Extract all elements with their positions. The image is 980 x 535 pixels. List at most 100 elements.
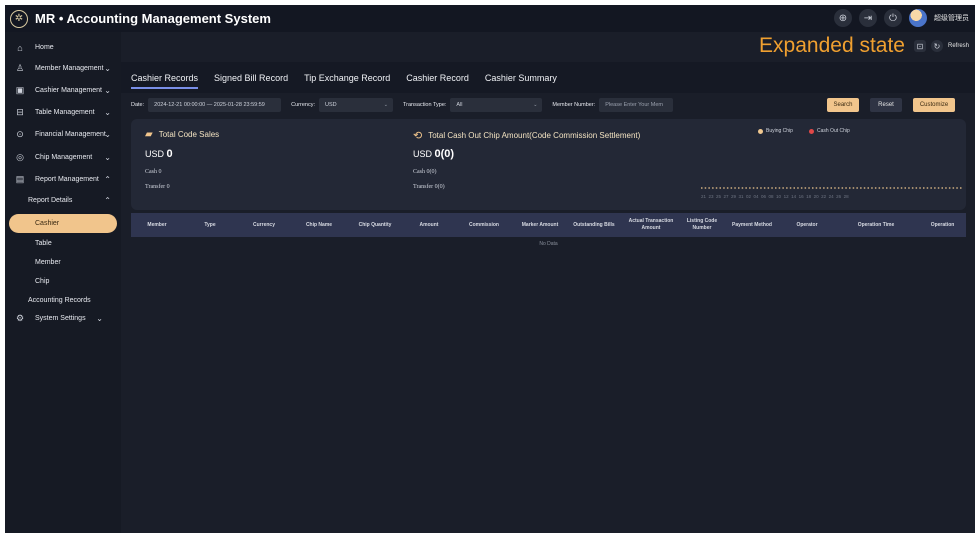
chevron-down-icon: ⌄ [96, 314, 103, 323]
sidebar-item-chip-management[interactable]: ◎ Chip Management ⌄ [5, 147, 121, 168]
column-header[interactable]: Listing Code Number [681, 213, 723, 237]
column-header[interactable]: Commission [455, 213, 513, 237]
trend-chart-axis: 21 23 25 27 29 31 02 04 06 08 10 12 14 1… [701, 194, 849, 199]
tab-cashier-summary[interactable]: Cashier Summary [485, 62, 557, 93]
globe-icon[interactable]: ⊕ [834, 9, 852, 27]
transaction-type-select[interactable]: All ⌄ [450, 98, 543, 112]
home-icon: ⌂ [17, 42, 23, 53]
main-top-actions: ⊡ ↻ Refresh [913, 40, 969, 52]
sidebar: ⌂ Home ♙ Member Management ⌄ ▣ Cashier M… [5, 32, 121, 533]
sidebar-item-accounting-records[interactable]: Accounting Records [28, 291, 91, 309]
chevron-down-icon: ⌄ [104, 153, 111, 162]
column-header[interactable]: Member [131, 213, 183, 237]
total-cash-out-label: Total Cash Out Chip Amount(Code Commissi… [428, 131, 641, 140]
member-number-input[interactable]: Please Enter Your Mem [599, 98, 674, 112]
column-header[interactable]: Operation Time [833, 213, 919, 237]
column-header[interactable]: Currency [237, 213, 291, 237]
finance-icon: ⊙ [16, 129, 24, 139]
chevron-down-icon: ⌄ [104, 108, 111, 117]
total-cash-out-value: USD 0(0) [413, 148, 454, 160]
column-header[interactable]: Amount [403, 213, 455, 237]
sidebar-item-cashier-management[interactable]: ▣ Cashier Management ⌄ [5, 80, 121, 101]
legend-cash-out-chip[interactable]: Cash Out Chip [809, 128, 850, 134]
sidebar-item-table-management[interactable]: ⊟ Table Management ⌄ [5, 102, 121, 123]
fullscreen-icon[interactable]: ⊡ [913, 40, 926, 52]
sidebar-item-member[interactable]: Member [35, 253, 61, 271]
date-label: Date: [131, 102, 145, 108]
column-header[interactable]: Outstanding Bills [567, 213, 621, 237]
chevron-down-icon: ⌄ [383, 102, 388, 108]
total-code-sales-cash: Cash 0 [145, 169, 162, 175]
tab-cashier-records[interactable]: Cashier Records [131, 62, 199, 93]
chevron-down-icon: ⌄ [104, 64, 111, 73]
tab-tip-exchange-record[interactable]: Tip Exchange Record [304, 62, 390, 93]
search-button[interactable]: Search [827, 98, 859, 112]
column-header[interactable]: Operation [919, 213, 966, 237]
settings-icon: ⚙ [15, 313, 25, 323]
stats-card: ▰ Total Code Sales USD 0 Cash 0 Transfer… [131, 119, 966, 210]
sidebar-item-label: Chip Management [35, 154, 93, 161]
members-icon: ♙ [15, 63, 25, 73]
sidebar-item-table[interactable]: Table [35, 234, 52, 252]
total-cash-out-title: ⟲ Total Cash Out Chip Amount(Code Commis… [413, 129, 640, 142]
currency-value: USD [325, 102, 337, 108]
customize-button[interactable]: Customize [913, 98, 955, 112]
chevron-up-icon: ⌃ [104, 175, 111, 184]
sidebar-item-report-management[interactable]: ▤ Report Management ⌃ [5, 169, 121, 190]
total-cash-out-cash: Cash 0(0) [413, 169, 437, 175]
legend-label: Cash Out Chip [817, 128, 850, 134]
column-header[interactable]: Chip Name [291, 213, 347, 237]
app-window: ✲ MR • Accounting Management System ⊕ ⇥ … [5, 5, 975, 533]
tab-signed-bill-record[interactable]: Signed Bill Record [214, 62, 288, 93]
sidebar-item-label: Member Management [35, 65, 104, 72]
table-icon: ⊟ [16, 107, 24, 117]
sidebar-item-system-settings[interactable]: ⚙ System Settings ⌄ [5, 308, 121, 329]
currency-label: Currency: [291, 102, 315, 108]
logout-icon[interactable]: ⇥ [859, 9, 877, 27]
legend-buying-chip[interactable]: Buying Chip [758, 128, 793, 134]
table-empty-text: No Data [539, 241, 558, 247]
sidebar-item-financial-management[interactable]: ⊙ Financial Management ⌄ [5, 124, 121, 145]
total-cash-out-transfer: Transfer 0(0) [413, 184, 445, 190]
legend-dot [809, 128, 814, 134]
legend-dot [758, 128, 763, 134]
expanded-state-annotation: Expanded state [759, 34, 905, 57]
avatar[interactable] [909, 9, 927, 27]
tab-cashier-record[interactable]: Cashier Record [406, 62, 469, 93]
top-actions: ⊕ ⇥ ⏻ 超级管理员 [834, 9, 969, 27]
sidebar-item-report-details[interactable]: Report Details ⌃ [5, 190, 121, 211]
refresh-button[interactable]: Refresh [948, 43, 969, 49]
refresh-icon[interactable]: ↻ [930, 40, 943, 52]
sidebar-item-label: System Settings [35, 315, 86, 322]
top-bar: ✲ MR • Accounting Management System ⊕ ⇥ … [5, 5, 975, 32]
wallet-icon: ▰ [145, 129, 153, 140]
sidebar-item-member-management[interactable]: ♙ Member Management ⌄ [5, 58, 121, 79]
column-header[interactable]: Chip Quantity [347, 213, 403, 237]
column-header[interactable]: Type [183, 213, 237, 237]
total-cash-out-currency: USD [413, 149, 433, 159]
column-header[interactable]: Actual Transaction Amount [623, 213, 679, 237]
sidebar-item-label: Home [35, 44, 54, 51]
date-range-picker[interactable]: 2024-12-21 00:00:00 — 2025-01-28 23:59:5… [148, 98, 282, 112]
date-range-value: 2024-12-21 00:00:00 — 2025-01-28 23:59:5… [154, 102, 265, 108]
trend-chart-baseline [701, 187, 963, 189]
power-icon[interactable]: ⏻ [884, 9, 902, 27]
reset-button[interactable]: Reset [870, 98, 902, 112]
transaction-type-label: Transaction Type: [403, 102, 447, 108]
currency-select[interactable]: USD ⌄ [319, 98, 393, 112]
cashier-icon: ▣ [15, 85, 25, 95]
total-code-sales-currency: USD [145, 149, 165, 159]
total-code-sales-title: ▰ Total Code Sales [145, 129, 219, 140]
sidebar-item-cashier[interactable]: Cashier [9, 214, 117, 233]
chip-icon: ◎ [16, 152, 24, 162]
column-header[interactable]: Marker Amount [513, 213, 567, 237]
column-header[interactable]: Operator [781, 213, 833, 237]
total-cash-out-amount: 0(0) [434, 148, 455, 160]
column-header[interactable]: Payment Method [723, 213, 781, 237]
total-code-sales-label: Total Code Sales [158, 130, 220, 139]
sidebar-item-chip[interactable]: Chip [35, 272, 49, 290]
member-number-label: Member Number: [552, 102, 596, 108]
username[interactable]: 超级管理员 [934, 13, 969, 23]
chevron-down-icon: ⌄ [104, 130, 111, 139]
sidebar-item-home[interactable]: ⌂ Home [5, 37, 121, 58]
